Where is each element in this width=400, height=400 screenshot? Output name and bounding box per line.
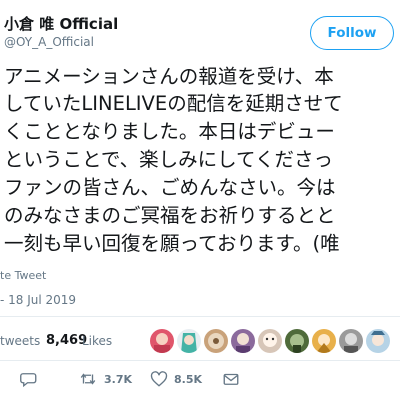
liker-avatar[interactable]: [312, 329, 336, 353]
liker-avatar[interactable]: [366, 329, 390, 353]
reply-button[interactable]: [20, 370, 38, 388]
heart-icon: [150, 371, 168, 387]
translate-tweet-link[interactable]: te Tweet: [0, 269, 46, 282]
tweet-text: アニメーションさんの報道を受け、本 していたLINELIVEの配信を延期させて …: [0, 64, 400, 264]
share-button[interactable]: [222, 370, 240, 388]
likes-count[interactable]: 8,469: [46, 333, 87, 348]
like-button[interactable]: 8.5K: [150, 370, 202, 388]
user-handle[interactable]: @OY_A_Official: [4, 35, 94, 49]
retweet-count: 3.7K: [104, 372, 133, 386]
tweet-timestamp[interactable]: - 18 Jul 2019: [0, 293, 76, 307]
retweet-icon: [80, 373, 96, 385]
retweet-button[interactable]: 3.7K: [78, 370, 132, 388]
liker-avatar[interactable]: [204, 329, 228, 353]
liker-avatar[interactable]: [285, 329, 309, 353]
envelope-icon: [223, 373, 239, 385]
liker-avatar[interactable]: [177, 329, 201, 353]
liker-avatar[interactable]: [231, 329, 255, 353]
tweet-line: アニメーションさんの報道を受け、本: [4, 65, 334, 88]
tweet-line: ファンの皆さん、ごめんなさい。今は: [4, 176, 336, 199]
divider: [0, 316, 400, 317]
tweet-line: ということで、楽しみにしてくださっ: [4, 148, 333, 171]
retweets-label[interactable]: tweets: [0, 334, 40, 348]
tweet-line: していたLINELIVEの配信を延期させて: [4, 92, 343, 115]
tweet-line: のみなさまのご冥福をお祈りするとと: [4, 204, 336, 227]
likes-label[interactable]: Likes: [82, 334, 112, 348]
reply-icon: [20, 373, 37, 388]
liker-avatar[interactable]: [258, 329, 282, 353]
liker-avatar[interactable]: [150, 329, 174, 353]
tweet-header: 小倉 唯 Official @OY_A_Official Follow: [0, 0, 400, 56]
display-name[interactable]: 小倉 唯 Official: [4, 13, 118, 34]
tweet-actions: 3.7K 8.5K: [0, 366, 400, 398]
tweet-line: 一刻も早い回復を願っております。(唯: [4, 232, 340, 255]
like-count: 8.5K: [174, 372, 203, 386]
tweet-line: くこととなりました。本日はデビュー: [4, 120, 335, 143]
liker-avatar[interactable]: [339, 329, 363, 353]
divider: [0, 360, 400, 361]
follow-button[interactable]: Follow: [310, 16, 394, 50]
engagement-stats: tweets 8,469 Likes: [0, 322, 400, 360]
